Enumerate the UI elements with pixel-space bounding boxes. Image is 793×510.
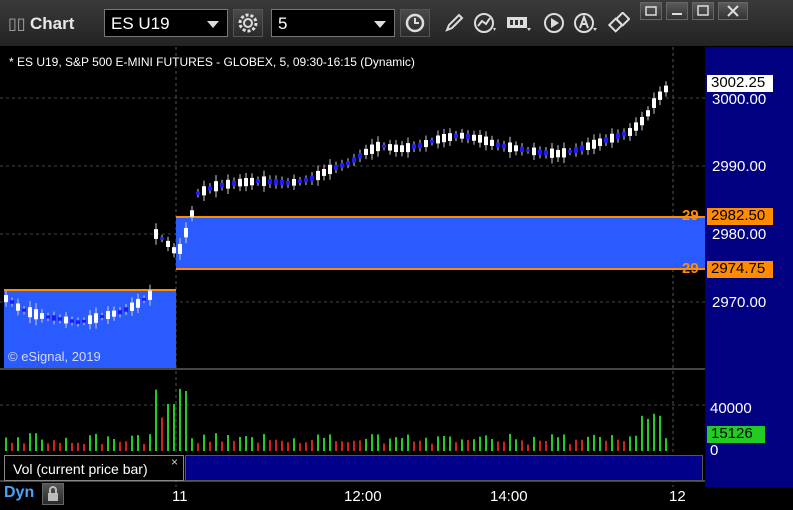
link-button[interactable]: [605, 9, 633, 37]
close-icon: [727, 5, 739, 17]
symbol-settings-button[interactable]: [233, 9, 263, 37]
studies-button[interactable]: [472, 9, 500, 37]
interval-settings-button[interactable]: [400, 9, 430, 37]
price-plot[interactable]: [0, 47, 705, 487]
lower-level-tag: 2974.75: [707, 261, 773, 278]
close-window-button[interactable]: [718, 2, 748, 20]
volume-tag: 15126: [707, 426, 765, 443]
window-title: Chart: [30, 14, 75, 33]
time-label-12: 12: [669, 488, 686, 505]
upper-level-tag: 2982.50: [707, 208, 773, 225]
upper-level-left-label: 29: [682, 207, 699, 224]
time-label-11: 11: [172, 488, 188, 505]
tab-icon: [645, 6, 657, 16]
link-icon: [608, 12, 630, 33]
chart-header: * ES U19, S&P 500 E-MINI FUTURES - GLOBE…: [9, 55, 415, 69]
play-icon: [544, 13, 564, 33]
price-label-2980: 2980.00: [712, 226, 767, 243]
symbol-value: ES U19: [111, 14, 170, 33]
price-label-3000: 3000.00: [712, 91, 767, 108]
lock-icon: [48, 486, 58, 501]
maximize-icon: [697, 5, 709, 16]
volume-label-40000: 40000: [710, 400, 752, 417]
title-bar: ▯▯ Chart ES U19 5: [0, 0, 793, 47]
restore-tab-button[interactable]: [640, 2, 662, 20]
volume-study-bar[interactable]: [185, 455, 703, 481]
volume-study-text: Vol (current price bar): [13, 461, 148, 477]
symbol-select[interactable]: ES U19: [104, 9, 228, 37]
volume-bars-group: [5, 388, 667, 451]
chevron-down-icon: [374, 21, 386, 28]
gear-icon: [238, 13, 258, 33]
study-chart-icon: [474, 13, 496, 33]
alert-icon: [574, 13, 597, 33]
time-label-1200: 12:00: [344, 488, 382, 505]
close-study-icon[interactable]: ×: [171, 455, 178, 469]
price-zone: [176, 217, 705, 269]
minimize-icon: [672, 13, 682, 15]
play-button[interactable]: [540, 9, 568, 37]
time-label-1400: 14:00: [490, 488, 528, 505]
get-data-button[interactable]: [505, 9, 533, 37]
volume-study-label[interactable]: Vol (current price bar): [4, 455, 184, 481]
drag-grip-icon[interactable]: ▯▯: [8, 14, 26, 33]
interval-select[interactable]: 5: [271, 9, 395, 37]
last-price-tag: 3002.25: [707, 75, 773, 92]
maximize-button[interactable]: [692, 2, 714, 20]
price-label-2970: 2970.00: [712, 294, 767, 311]
minimize-button[interactable]: [666, 2, 688, 20]
mode-label[interactable]: Dyn: [4, 484, 34, 502]
copyright-text: © eSignal, 2019: [8, 349, 101, 364]
draw-tool-button[interactable]: [440, 9, 468, 37]
alerts-button[interactable]: [572, 9, 600, 37]
clock-icon: [405, 13, 425, 33]
pencil-icon: [445, 13, 464, 32]
interval-value: 5: [278, 14, 288, 33]
chevron-down-icon: [207, 21, 219, 28]
price-label-2990: 2990.00: [712, 158, 767, 175]
lock-button[interactable]: [42, 483, 64, 505]
volume-label-0: 0: [710, 442, 719, 459]
chart-area[interactable]: * ES U19, S&P 500 E-MINI FUTURES - GLOBE…: [0, 47, 793, 510]
get-icon: [507, 17, 531, 31]
lower-level-left-label: 29: [682, 260, 699, 277]
